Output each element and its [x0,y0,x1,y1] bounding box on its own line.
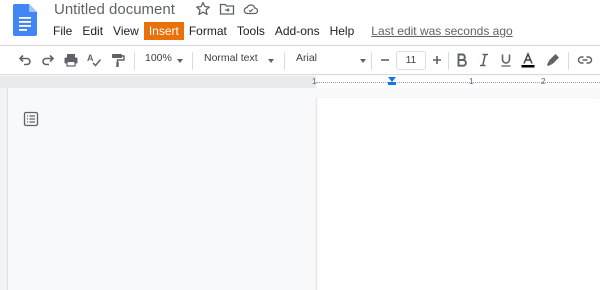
menu-insert[interactable]: Insert [143,22,184,40]
menu-tools[interactable]: Tools [232,22,270,40]
font-dropdown-icon[interactable] [360,59,366,63]
style-dropdown-icon[interactable] [268,59,274,63]
ruler-label: 1 [312,77,317,86]
menu-help[interactable]: Help [325,22,360,40]
cloud-status-icon[interactable] [243,1,259,17]
paint-format-icon[interactable] [110,52,126,68]
move-to-folder-icon[interactable] [219,1,235,17]
font-size-input[interactable]: 11 [396,51,426,70]
menu-file[interactable]: File [48,22,77,40]
zoom-dropdown-icon[interactable] [177,59,183,63]
link-icon[interactable] [577,52,593,68]
document-outline-icon[interactable] [23,111,39,127]
toolbar: A 100% Normal text Arial 11 [0,45,600,75]
toolbar-divider [568,52,569,70]
redo-icon[interactable] [40,52,56,68]
zoom-select[interactable]: 100% [145,52,172,64]
document-title[interactable]: Untitled document [54,1,175,18]
svg-text:A: A [87,53,94,63]
font-select[interactable]: Arial [296,52,317,64]
bold-icon[interactable] [454,52,470,68]
spellcheck-icon[interactable]: A [86,52,102,68]
title-bar: Untitled document File Edit View Insert … [0,0,600,44]
menu-view[interactable]: View [108,22,144,40]
docs-logo-icon[interactable] [13,4,37,36]
document-page[interactable] [316,98,600,290]
document-canvas [8,88,600,290]
toolbar-divider [192,52,193,70]
underline-icon[interactable] [498,52,514,68]
menu-format[interactable]: Format [184,22,232,40]
menu-bar: File Edit View Insert Format Tools Add-o… [48,22,513,40]
toolbar-divider [134,52,135,70]
toolbar-divider [284,52,285,70]
print-icon[interactable] [63,52,79,68]
first-line-indent-marker-icon[interactable] [388,82,396,85]
ruler-tick-marks [316,82,600,83]
ruler-left-margin [0,76,316,88]
toolbar-divider [448,52,449,70]
toolbar-divider [371,52,372,70]
last-edit-link[interactable]: Last edit was seconds ago [371,24,512,38]
vertical-ruler[interactable] [0,88,8,290]
increase-font-size-icon[interactable] [429,52,445,68]
text-color-icon[interactable] [520,52,536,68]
paragraph-style-select[interactable]: Normal text [204,52,258,64]
undo-icon[interactable] [17,52,33,68]
highlight-icon[interactable] [545,52,561,68]
star-icon[interactable] [195,1,211,17]
menu-edit[interactable]: Edit [77,22,108,40]
menu-add-ons[interactable]: Add-ons [270,22,325,40]
decrease-font-size-icon[interactable] [377,52,393,68]
italic-icon[interactable] [476,52,492,68]
horizontal-ruler[interactable]: 1 1 2 [0,76,600,88]
ruler-label: 2 [541,77,546,86]
ruler-label: 1 [469,77,474,86]
